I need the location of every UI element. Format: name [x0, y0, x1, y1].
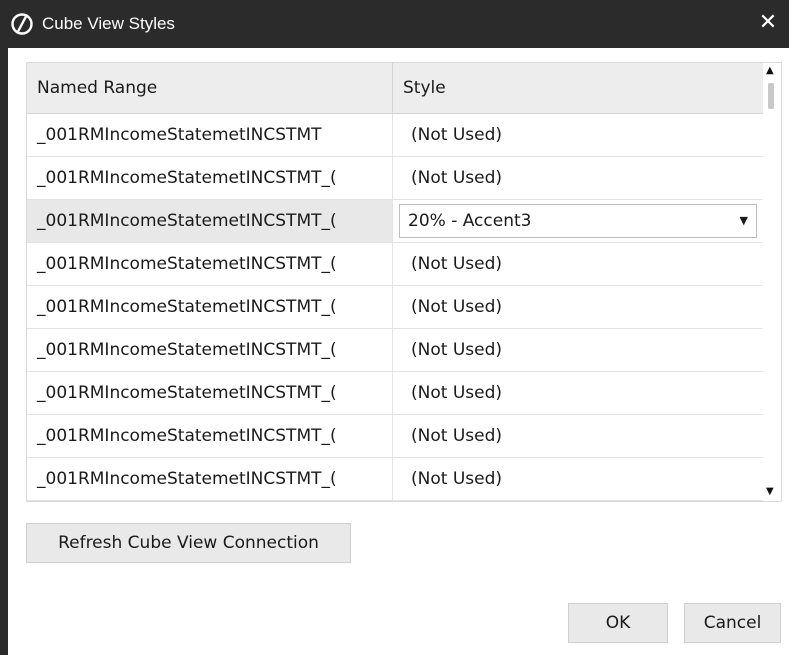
- style-dropdown-value: 20% - Accent3: [408, 211, 532, 231]
- refresh-cube-view-connection-button[interactable]: Refresh Cube View Connection: [26, 523, 351, 563]
- table-row[interactable]: _001RMIncomeStatemetINCSTMT_( (Not Used): [27, 372, 763, 415]
- title-bar: Cube View Styles ✕: [0, 0, 789, 48]
- named-range-cell[interactable]: _001RMIncomeStatemetINCSTMT_(: [27, 372, 393, 414]
- style-cell[interactable]: (Not Used): [393, 329, 763, 371]
- style-cell[interactable]: (Not Used): [393, 286, 763, 328]
- close-icon[interactable]: ✕: [753, 8, 783, 38]
- named-range-cell[interactable]: _001RMIncomeStatemetINCSTMT_(: [27, 243, 393, 285]
- scroll-down-icon[interactable]: ▼: [766, 486, 774, 497]
- style-cell[interactable]: (Not Used): [393, 114, 763, 156]
- scroll-up-icon[interactable]: ▲: [766, 65, 774, 76]
- table-row[interactable]: _001RMIncomeStatemetINCSTMT_( (Not Used): [27, 286, 763, 329]
- style-cell[interactable]: (Not Used): [393, 157, 763, 199]
- vertical-scrollbar[interactable]: ▲ ▼: [763, 63, 781, 501]
- named-range-cell[interactable]: _001RMIncomeStatemetINCSTMT_(: [27, 157, 393, 199]
- style-dropdown[interactable]: 20% - Accent3 ▼: [399, 204, 757, 238]
- ok-button[interactable]: OK: [568, 603, 668, 643]
- named-range-cell[interactable]: _001RMIncomeStatemetINCSTMT_(: [27, 286, 393, 328]
- named-range-cell[interactable]: _001RMIncomeStatemetINCSTMT_(: [27, 415, 393, 457]
- grid-header: Named Range Style: [27, 63, 763, 114]
- style-cell[interactable]: (Not Used): [393, 372, 763, 414]
- style-cell[interactable]: (Not Used): [393, 415, 763, 457]
- table-row[interactable]: _001RMIncomeStatemetINCSTMT_( (Not Used): [27, 329, 763, 372]
- named-range-grid: Named Range Style _001RMIncomeStatemetIN…: [26, 62, 782, 502]
- dialog-title: Cube View Styles: [42, 14, 175, 33]
- table-row[interactable]: _001RMIncomeStatemetINCSTMT_( (Not Used): [27, 415, 763, 458]
- cube-view-styles-dialog: Cube View Styles ✕ Named Range Style _00…: [0, 0, 789, 655]
- named-range-cell[interactable]: _001RMIncomeStatemetINCSTMT_(: [27, 329, 393, 371]
- table-row-selected[interactable]: _001RMIncomeStatemetINCSTMT_( 20% - Acce…: [27, 200, 763, 243]
- table-row[interactable]: _001RMIncomeStatemetINCSTMT_( (Not Used): [27, 458, 763, 501]
- dropdown-arrow-icon[interactable]: ▼: [740, 205, 748, 237]
- style-cell[interactable]: (Not Used): [393, 243, 763, 285]
- column-header-named-range[interactable]: Named Range: [27, 63, 393, 113]
- left-window-edge: [0, 48, 8, 655]
- cancel-button[interactable]: Cancel: [684, 603, 781, 643]
- logo-icon: [11, 13, 33, 35]
- table-row[interactable]: _001RMIncomeStatemetINCSTMT_( (Not Used): [27, 157, 763, 200]
- named-range-cell[interactable]: _001RMIncomeStatemetINCSTMT: [27, 114, 393, 156]
- named-range-cell[interactable]: _001RMIncomeStatemetINCSTMT_(: [27, 200, 393, 242]
- named-range-cell[interactable]: _001RMIncomeStatemetINCSTMT_(: [27, 458, 393, 500]
- style-cell[interactable]: (Not Used): [393, 458, 763, 500]
- column-header-style[interactable]: Style: [393, 63, 763, 113]
- table-row[interactable]: _001RMIncomeStatemetINCSTMT_( (Not Used): [27, 243, 763, 286]
- table-row[interactable]: _001RMIncomeStatemetINCSTMT (Not Used): [27, 114, 763, 157]
- scrollbar-thumb[interactable]: [768, 83, 774, 109]
